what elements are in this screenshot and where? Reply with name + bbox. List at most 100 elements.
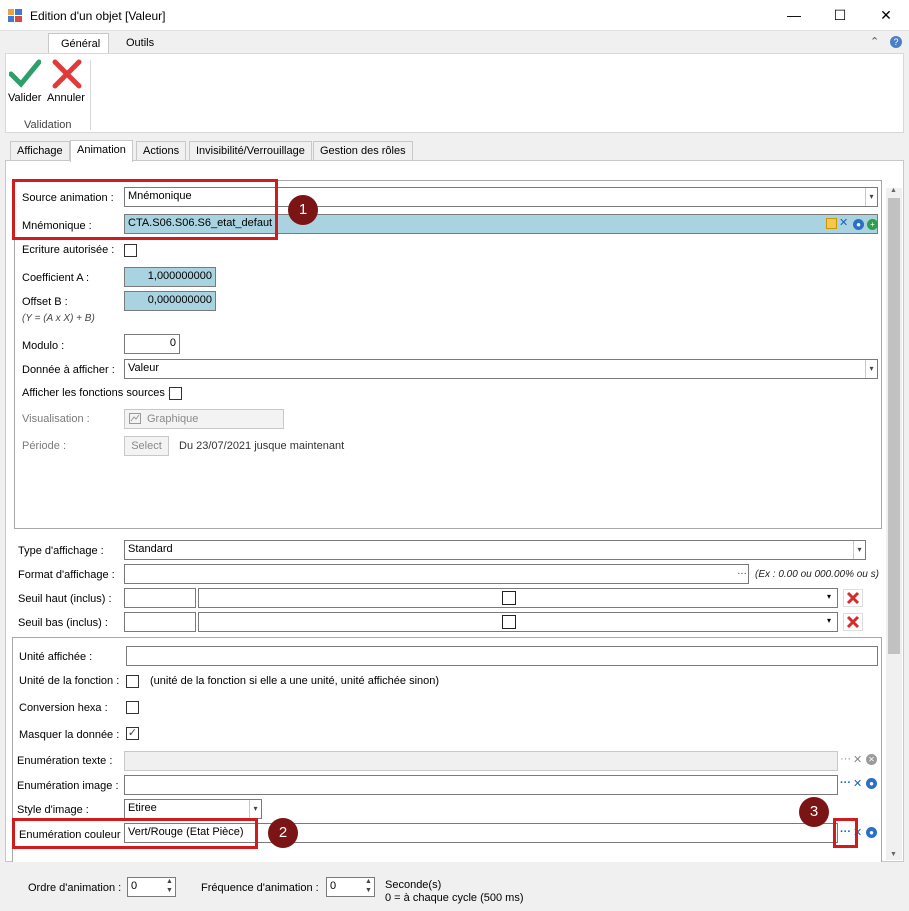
highlight-box-3 (833, 818, 858, 848)
formula-text: (Y = (A x X) + B) (22, 313, 95, 324)
hex-conversion-checkbox[interactable] (126, 701, 139, 714)
clear-icon[interactable]: ✕ (853, 777, 862, 790)
write-allowed-checkbox[interactable] (124, 244, 137, 257)
hex-conversion-label: Conversion hexa : (19, 702, 108, 714)
unit-function-hint: (unité de la fonction si elle a une unit… (150, 675, 440, 687)
highlight-box-1 (12, 179, 278, 240)
enum-text-field[interactable] (124, 751, 838, 771)
chevron-down-icon[interactable]: ▾ (865, 360, 877, 378)
offset-b-label: Offset B : (22, 296, 68, 308)
tab-actions[interactable]: Actions (136, 141, 187, 161)
chart-icon (129, 413, 141, 424)
add-icon[interactable]: + (867, 219, 878, 230)
period-label: Période : (22, 440, 67, 452)
enum-image-field[interactable] (124, 775, 838, 795)
tab-gestion-roles[interactable]: Gestion des rôles (313, 141, 413, 161)
cancel-label[interactable]: Annuler (47, 92, 85, 104)
modulo-label: Modulo : (22, 340, 65, 352)
callout-badge-2: 2 (268, 818, 298, 848)
coef-a-field[interactable]: 1,000000000 (124, 267, 216, 287)
high-threshold-field[interactable] (124, 588, 196, 608)
minimize-button[interactable]: — (771, 0, 817, 31)
chevron-down-icon[interactable]: ▾ (853, 541, 865, 559)
spinner-icon[interactable]: ▲ ▼ (164, 877, 175, 897)
coef-a-label: Coefficient A : (22, 272, 90, 284)
checkmark-icon (8, 59, 42, 88)
cancel-button[interactable] (51, 58, 83, 90)
image-style-label: Style d'image : (17, 804, 89, 816)
visualisation-label: Visualisation : (22, 413, 90, 425)
cross-icon (52, 59, 82, 89)
chevron-down-icon[interactable]: ▾ (865, 188, 877, 206)
remove-low-button[interactable] (843, 613, 863, 631)
frequency-unit-label: Seconde(s) (385, 879, 442, 891)
refresh-icon[interactable]: ● (853, 219, 864, 230)
modulo-field[interactable]: 0 (124, 334, 180, 354)
period-select-button[interactable]: Select (124, 436, 169, 456)
visualisation-button[interactable]: Graphique (124, 409, 284, 429)
tab-invisibilite[interactable]: Invisibilité/Verrouillage (189, 141, 312, 161)
chevron-down-icon[interactable]: ▾ (249, 800, 261, 818)
frequency-hint: 0 = à chaque cycle (500 ms) (385, 892, 524, 904)
data-to-show-combo[interactable]: Valeur (124, 359, 878, 379)
delete-icon (846, 615, 860, 629)
offset-b-field[interactable]: 0,000000000 (124, 291, 216, 311)
remove-high-button[interactable] (843, 589, 863, 607)
image-style-combo[interactable]: Etiree (124, 799, 262, 819)
display-type-label: Type d'affichage : (18, 545, 104, 557)
period-text: Du 23/07/2021 jusque maintenant (179, 440, 345, 452)
ribbon (5, 53, 904, 133)
ribbon-tab-outils[interactable]: Outils (114, 33, 166, 54)
enum-image-ellipsis-button[interactable]: ··· (840, 777, 851, 789)
scroll-up-icon[interactable]: ▲ (890, 187, 897, 194)
low-threshold-field[interactable] (124, 612, 196, 632)
show-sources-label: Afficher les fonctions sources : (22, 387, 171, 399)
close-button[interactable]: ✕ (863, 0, 909, 31)
clear-icon[interactable]: ✕ (839, 216, 848, 229)
unit-shown-label: Unité affichée : (19, 651, 93, 663)
tab-affichage[interactable]: Affichage (10, 141, 70, 161)
color-swatch (502, 591, 516, 605)
maximize-button[interactable]: ☐ (817, 0, 863, 31)
low-color-combo[interactable] (198, 612, 838, 632)
show-sources-checkbox[interactable] (169, 387, 182, 400)
animation-order-label: Ordre d'animation : (28, 882, 122, 894)
display-format-field[interactable] (124, 564, 749, 584)
help-icon[interactable]: ? (890, 36, 902, 48)
mask-data-label: Masquer la donnée : (19, 729, 120, 741)
refresh-icon[interactable]: ● (866, 778, 877, 789)
animation-frequency-label: Fréquence d'animation : (201, 882, 319, 894)
ribbon-group-label: Validation (24, 119, 72, 131)
color-swatch (502, 615, 516, 629)
chevron-down-icon[interactable]: ▾ (827, 616, 831, 625)
browse-icon[interactable] (826, 218, 837, 229)
scrollbar-thumb[interactable] (888, 198, 900, 654)
mask-data-checkbox[interactable]: ✓ (126, 727, 139, 740)
high-color-combo[interactable] (198, 588, 838, 608)
enum-text-ellipsis-button[interactable]: ··· (840, 753, 851, 765)
unit-function-label: Unité de la fonction : (19, 675, 120, 687)
high-threshold-label: Seuil haut (inclus) : (18, 593, 112, 605)
unit-function-checkbox[interactable] (126, 675, 139, 688)
collapse-ribbon-icon[interactable]: ⌃ (870, 35, 879, 48)
clear-circle-icon[interactable]: ✕ (866, 754, 877, 765)
enum-image-label: Enumération image : (17, 780, 119, 792)
scroll-down-icon[interactable]: ▼ (890, 851, 897, 858)
chevron-down-icon[interactable]: ▾ (827, 592, 831, 601)
enum-text-label: Enumération texte : (17, 755, 113, 767)
display-type-combo[interactable]: Standard (124, 540, 866, 560)
ribbon-group-separator (90, 60, 91, 130)
tab-animation[interactable]: Animation (70, 140, 133, 162)
highlight-box-2 (12, 818, 258, 849)
callout-badge-1: 1 (288, 195, 318, 225)
clear-icon[interactable]: ✕ (853, 753, 862, 766)
callout-badge-3: 3 (799, 797, 829, 827)
ribbon-tab-general[interactable]: Général (48, 33, 109, 54)
refresh-icon[interactable]: ● (866, 827, 877, 838)
unit-shown-field[interactable] (126, 646, 878, 666)
write-allowed-label: Ecriture autorisée : (22, 244, 115, 256)
validate-label[interactable]: Valider (8, 92, 41, 104)
format-ellipsis-button[interactable]: … (736, 565, 748, 583)
display-format-label: Format d'affichage : (18, 569, 115, 581)
spinner-icon[interactable]: ▲ ▼ (363, 877, 374, 897)
